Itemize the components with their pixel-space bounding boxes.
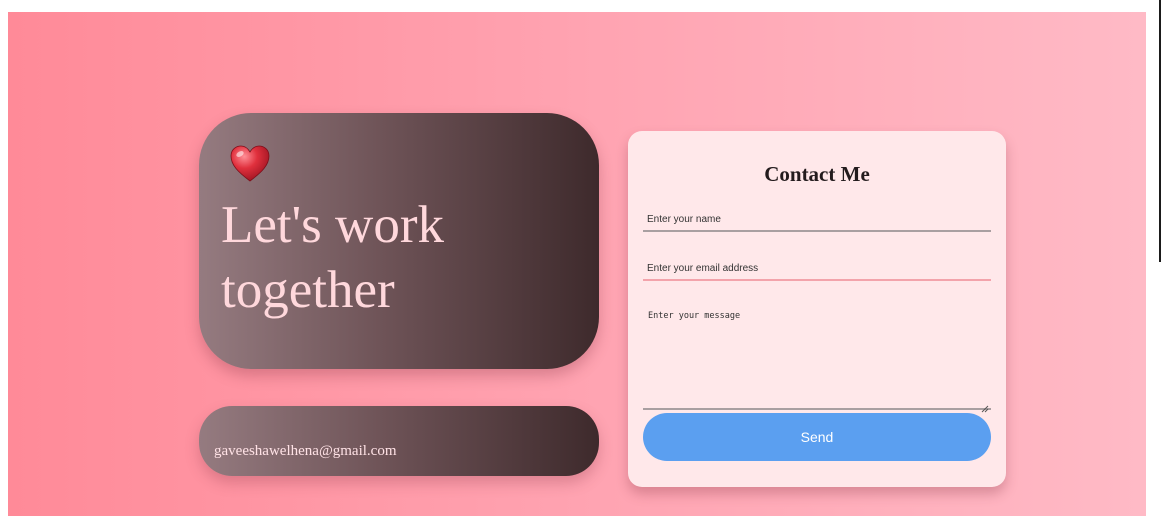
name-field[interactable] bbox=[643, 208, 991, 232]
send-button[interactable]: Send bbox=[643, 413, 991, 461]
resize-grip-icon[interactable] bbox=[981, 400, 989, 413]
scrollbar-thumb[interactable] bbox=[1159, 0, 1161, 262]
page-background: Let's work together gaveeshawelhena@gmai… bbox=[8, 12, 1146, 516]
heart-icon bbox=[229, 144, 271, 184]
contact-email-text: gaveeshawelhena@gmail.com bbox=[214, 443, 397, 459]
message-field[interactable] bbox=[643, 307, 991, 410]
email-card: gaveeshawelhena@gmail.com bbox=[199, 406, 599, 476]
contact-form-title: Contact Me bbox=[764, 162, 870, 186]
email-field[interactable] bbox=[643, 257, 991, 281]
contact-form: Contact Me Send bbox=[628, 131, 1006, 487]
hero-title: Let's work together bbox=[221, 196, 444, 319]
hero-card: Let's work together bbox=[199, 113, 599, 369]
